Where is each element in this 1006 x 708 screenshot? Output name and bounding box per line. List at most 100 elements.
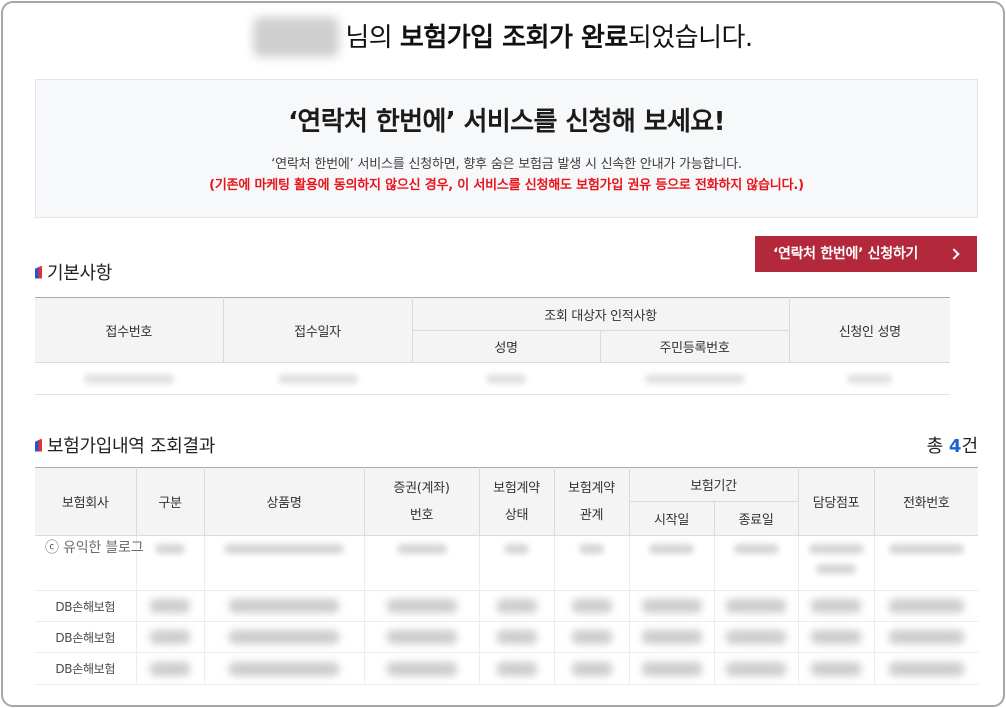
redacted-value: [150, 630, 190, 644]
table-row: [35, 535, 979, 591]
masked-applicant-name: [789, 362, 951, 395]
redacted-value: [496, 661, 537, 676]
masked-branch: [797, 652, 875, 685]
redacted-value: [579, 544, 604, 554]
masked-phone: [873, 535, 979, 591]
results-title: 보험가입내역 조회결과: [47, 436, 216, 457]
redacted-value: [496, 630, 537, 644]
masked-status: [478, 535, 555, 591]
redacted-value: [733, 544, 779, 554]
redacted-value: [229, 599, 339, 613]
masked-status: [478, 590, 555, 622]
redacted-value: [811, 630, 862, 644]
redacted-value: [229, 661, 339, 676]
header-policy-no: 증권(계좌) 번호: [363, 467, 480, 536]
company-cell: DB손해보험: [35, 590, 137, 622]
contact-service-promo: ‘연락처 한번에’ 서비스를 신청해 보세요! ‘연락처 한번에’ 서비스를 신…: [35, 79, 978, 218]
masked-policy-no: [363, 535, 480, 591]
redacted-value: [808, 544, 864, 554]
header-line: 관계: [579, 507, 604, 523]
title-highlight: 보험가입 조회가 완료: [399, 23, 628, 53]
redacted-value: [888, 630, 964, 644]
section-flag-icon: [35, 265, 42, 279]
redacted-value: [150, 599, 190, 613]
masked-relation: [553, 652, 630, 685]
masked-relation: [553, 535, 630, 591]
results-heading: 보험가입내역 조회결과: [35, 434, 215, 460]
masked-end-date: [713, 652, 799, 685]
redacted-value: [644, 373, 745, 384]
header-phone: 전화번호: [873, 467, 979, 536]
masked-relation: [553, 590, 630, 622]
masked-receipt-date: [223, 362, 412, 395]
header-line: 증권(계좌): [393, 480, 450, 496]
title-prefix: 님의: [345, 23, 393, 53]
masked-branch: [797, 621, 875, 653]
results-total-count: 총 4건: [927, 434, 978, 460]
page-title: 님의 보험가입 조회가 완료되었습니다.: [0, 16, 1006, 60]
redacted-value: [150, 661, 190, 676]
redacted-value: [726, 599, 786, 613]
masked-branch: [797, 535, 875, 591]
redacted-value: [496, 599, 537, 613]
basic-info-title: 기본사항: [47, 263, 113, 284]
masked-end-date: [713, 535, 799, 591]
masked-phone: [873, 652, 979, 685]
header-line: 보험계약: [493, 480, 540, 496]
title-suffix: 되었습니다.: [627, 23, 753, 53]
redacted-value: [649, 544, 694, 554]
header-contract-relation: 보험계약 관계: [553, 467, 630, 536]
promo-description: ‘연락처 한번에’ 서비스를 신청하면, 향후 숨은 보험금 발생 시 신속한 …: [271, 157, 742, 172]
redacted-value: [224, 544, 344, 554]
header-category: 구분: [135, 467, 205, 536]
header-applicant-name: 신청인 성명: [788, 297, 951, 363]
redacted-value: [396, 544, 447, 554]
masked-policy-no: [363, 652, 480, 685]
header-receipt-date: 접수일자: [222, 297, 413, 363]
masked-category: [135, 535, 205, 591]
masked-phone: [873, 621, 979, 653]
header-subject-id: 주민등록번호: [599, 330, 790, 363]
masked-category: [135, 590, 205, 622]
table-header-row: 접수번호 접수일자 조회 대상자 인적사항 신청인 성명: [35, 297, 951, 363]
promo-notice: (기존에 마케팅 활용에 동의하지 않으신 경우, 이 서비스를 신청해도 보험…: [209, 178, 804, 193]
inquiry-result-page: 님의 보험가입 조회가 완료되었습니다. ‘연락처 한번에’ 서비스를 신청해 …: [0, 0, 1006, 708]
header-start-date: 시작일: [628, 501, 715, 536]
header-contract-status: 보험계약 상태: [478, 467, 555, 536]
masked-product: [203, 652, 365, 685]
redacted-value: [816, 564, 857, 574]
blog-watermark: ⓒ 유익한 블로그: [45, 540, 144, 556]
total-count: 4: [948, 436, 962, 457]
redacted-value: [504, 544, 529, 554]
redacted-value: [641, 599, 702, 613]
masked-start-date: [628, 621, 715, 653]
redacted-value: [229, 630, 339, 644]
redacted-value: [811, 661, 862, 676]
redacted-value: [277, 373, 358, 384]
redacted-value: [386, 630, 457, 644]
basic-info-heading: 기본사항: [35, 261, 112, 287]
masked-phone: [873, 590, 979, 622]
redacted-value: [888, 599, 964, 613]
masked-start-date: [628, 535, 715, 591]
masked-product: [203, 621, 365, 653]
redacted-value: [811, 599, 862, 613]
apply-contact-service-button[interactable]: ‘연락처 한번에’ 신청하기: [755, 236, 977, 272]
company-cell: DB손해보험: [35, 652, 137, 685]
redacted-value: [571, 661, 612, 676]
total-suffix: 건: [961, 436, 978, 457]
redacted-value: [155, 544, 185, 554]
masked-product: [203, 590, 365, 622]
basic-info-table: 접수번호 접수일자 조회 대상자 인적사항 신청인 성명 성명 주민등록번호: [35, 297, 951, 395]
masked-start-date: [628, 652, 715, 685]
masked-status: [478, 652, 555, 685]
total-prefix: 총: [926, 436, 944, 457]
redacted-value: [486, 373, 526, 384]
masked-receipt-no: [35, 362, 223, 395]
masked-start-date: [628, 590, 715, 622]
masked-end-date: [713, 590, 799, 622]
masked-policy-no: [363, 590, 480, 622]
header-end-date: 종료일: [713, 501, 799, 536]
masked-status: [478, 621, 555, 653]
redacted-value: [571, 630, 612, 644]
